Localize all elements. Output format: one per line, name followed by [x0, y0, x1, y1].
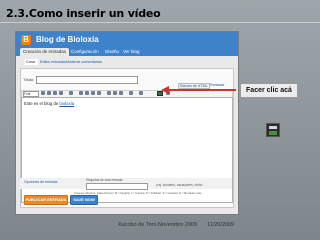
spellcheck-icon[interactable]: [129, 91, 133, 95]
post-options-link[interactable]: Opciones de entrada: [24, 180, 57, 184]
subtab-editar-entradas[interactable]: Editar entradas: [40, 59, 66, 65]
slide-title: 2.3.Como inserir un vídeo: [6, 7, 161, 20]
align-center-icon[interactable]: [85, 91, 89, 95]
post-title-input[interactable]: [36, 76, 138, 84]
editor-content-text: Este es el blog de: [24, 101, 60, 106]
tab-configuracion[interactable]: Configuración: [68, 48, 102, 56]
labels-input[interactable]: [86, 183, 148, 190]
editor-content: Este es el blog de bioloxía: [24, 101, 74, 106]
publish-button[interactable]: PUBLICAR ENTRADA: [24, 195, 68, 205]
video-icon-bottom: [269, 131, 277, 135]
bullet-list-icon[interactable]: [113, 91, 117, 95]
pointer-arrow-line: [168, 89, 236, 91]
justify-icon[interactable]: [97, 91, 101, 95]
subtab-moderar-comentarios[interactable]: Moderar comentarios: [66, 59, 102, 65]
tab-diseno[interactable]: Diseño: [102, 48, 122, 56]
font-size-icon[interactable]: [41, 91, 45, 95]
blog-name: Blog de Bioloxía: [36, 35, 99, 44]
title-divider: [0, 22, 320, 23]
save-now-button[interactable]: SAVE NOW: [70, 195, 98, 205]
subtab-crear[interactable]: Crear: [24, 59, 38, 65]
blogger-screenshot: B Blog de Bioloxía Creación de entradas …: [15, 31, 239, 215]
text-color-icon[interactable]: [59, 91, 63, 95]
footer-author: Xacobo de Toro.Novembro 2009: [118, 222, 198, 228]
italic-icon[interactable]: [53, 91, 57, 95]
link-icon[interactable]: [69, 91, 73, 95]
tab-creacion[interactable]: Creación de entradas: [20, 48, 70, 56]
labels-hint: p.ej. scooters, vacaciones, otoño: [156, 183, 203, 187]
editor-content-link: bioloxía: [59, 101, 75, 106]
quote-icon[interactable]: [119, 91, 123, 95]
labels-title: Etiquetas de esta entrada:: [86, 178, 124, 182]
title-label: Título:: [23, 77, 35, 82]
numbered-list-icon[interactable]: [107, 91, 111, 95]
align-left-icon[interactable]: [79, 91, 83, 95]
footer-date: 11/20/2009: [207, 222, 235, 228]
insert-image-icon[interactable]: [139, 91, 143, 95]
video-icon: [266, 123, 280, 137]
blogger-header: B Blog de Bioloxía: [16, 32, 238, 48]
video-icon-top: [269, 126, 277, 129]
compose-link[interactable]: Redactar: [210, 83, 225, 87]
pointer-arrow-head: [161, 86, 169, 94]
align-right-icon[interactable]: [91, 91, 95, 95]
bold-icon[interactable]: [47, 91, 51, 95]
blogger-logo-icon: B: [21, 35, 31, 45]
tab-ver-blog[interactable]: Ver blog: [120, 48, 143, 56]
callout-box: Facer clic acá: [240, 83, 298, 98]
